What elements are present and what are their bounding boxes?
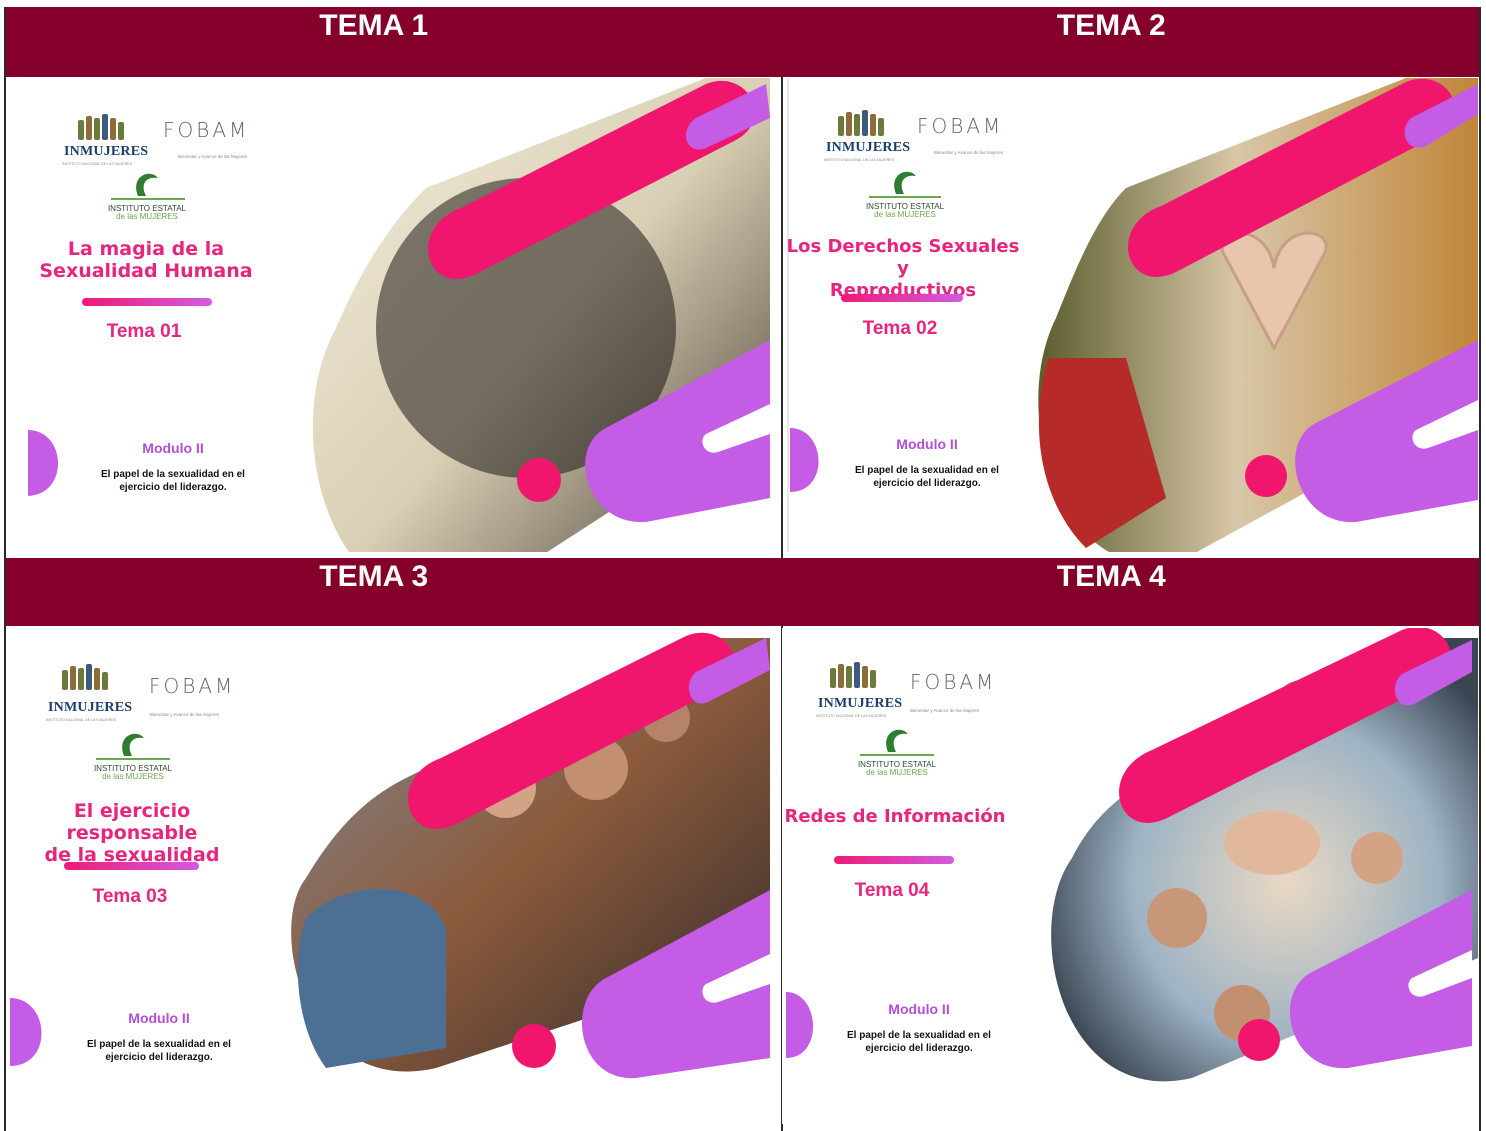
title-underline-pill bbox=[841, 294, 963, 302]
modulo-description-line2: ejercicio del liderazgo. bbox=[865, 1043, 973, 1054]
modulo-description-line2: ejercicio del liderazgo. bbox=[119, 482, 227, 493]
modulo-label: Modulo II bbox=[888, 1001, 950, 1017]
iem-logo-line2: de las MUJERES bbox=[102, 772, 164, 781]
header-tema-2: TEMA 2 bbox=[1056, 9, 1166, 42]
inmujeres-logo-sub: INSTITUTO NACIONAL DE LAS MUJERES bbox=[62, 162, 133, 166]
inmujeres-logo-sub: INSTITUTO NACIONAL DE LAS MUJERES bbox=[46, 718, 117, 722]
fobam-logo: FOBAM bbox=[910, 670, 997, 694]
fobam-logo-sub: Bienestar y Avance de las Mujeres bbox=[178, 154, 247, 159]
iem-underline bbox=[96, 758, 170, 760]
modulo-description-line1: El papel de la sexualidad en el bbox=[847, 1030, 991, 1041]
header-tema-1: TEMA 1 bbox=[6, 7, 744, 77]
violet-half-circle bbox=[786, 992, 814, 1058]
modulo-description-line1: El papel de la sexualidad en el bbox=[101, 469, 245, 480]
slide-title-line1: La magia de la bbox=[67, 238, 225, 260]
photo-blue-shirt bbox=[297, 889, 446, 1068]
violet-half-circle bbox=[790, 428, 819, 492]
iem-logo-icon bbox=[886, 729, 908, 752]
inmujeres-logo-sub: INSTITUTO NACIONAL DE LAS MUJERES bbox=[824, 158, 895, 162]
iem-underline bbox=[860, 754, 934, 756]
inmujeres-logo-sub: INSTITUTO NACIONAL DE LAS MUJERES bbox=[816, 714, 887, 718]
tema-number: Tema 01 bbox=[106, 321, 182, 342]
slide-title: El ejercicio responsable de la sexualida… bbox=[12, 800, 252, 866]
fobam-logo-sub: Bienestar y Avance de las Mujeres bbox=[150, 712, 219, 717]
modulo-label: Modulo II bbox=[128, 1010, 190, 1026]
modulo-description-line1: El papel de la sexualidad en el bbox=[855, 465, 999, 476]
slide-tema-1: INMUJERES INSTITUTO NACIONAL DE LAS MUJE… bbox=[6, 78, 770, 552]
inmujeres-logo-text: INMUJERES bbox=[64, 144, 149, 159]
modulo-description: El papel de la sexualidad en el ejercici… bbox=[847, 464, 1007, 490]
slide-title: Los Derechos Sexuales y Reproductivos bbox=[786, 236, 1020, 302]
photo-person-face bbox=[1147, 888, 1207, 948]
slide-title-line1: El ejercicio responsable bbox=[66, 800, 198, 844]
iem-underline bbox=[869, 196, 941, 198]
violet-half-circle bbox=[28, 430, 59, 496]
inmujeres-figures bbox=[830, 662, 876, 688]
inmujeres-logo-text: INMUJERES bbox=[48, 700, 133, 715]
inmujeres-figures bbox=[78, 114, 124, 140]
modulo-description: El papel de la sexualidad en el ejercici… bbox=[839, 1029, 999, 1055]
header-tema-4: TEMA 4 bbox=[1056, 560, 1166, 593]
slide-tema-4: INMUJERES INSTITUTO NACIONAL DE LAS MUJE… bbox=[782, 628, 1478, 1124]
header-row-top: TEMA 1 TEMA 2 bbox=[6, 7, 1479, 77]
title-underline-pill bbox=[834, 856, 954, 864]
inmujeres-figures bbox=[838, 110, 884, 136]
iem-logo-icon bbox=[894, 171, 916, 194]
modulo-description-line2: ejercicio del liderazgo. bbox=[105, 1052, 213, 1063]
violet-half-circle bbox=[10, 998, 42, 1066]
modulo-description: El papel de la sexualidad en el ejercici… bbox=[93, 468, 253, 494]
modulo-description-line2: ejercicio del liderazgo. bbox=[873, 478, 981, 489]
slide-title-line1: Redes de Información bbox=[784, 806, 1006, 827]
slide-title-line2: Sexualidad Humana bbox=[39, 260, 253, 282]
column-divider bbox=[781, 77, 783, 558]
magenta-dot bbox=[517, 458, 561, 502]
tema-number: Tema 02 bbox=[862, 318, 938, 339]
slide-title: La magia de la Sexualidad Humana bbox=[26, 238, 266, 282]
slide-title-line1: Los Derechos Sexuales y bbox=[786, 236, 1020, 279]
tema-number: Tema 03 bbox=[92, 886, 168, 907]
modulo-label: Modulo II bbox=[142, 440, 204, 456]
magenta-dot bbox=[1245, 455, 1287, 497]
magenta-dot bbox=[1238, 1019, 1280, 1061]
fobam-logo: FOBAM bbox=[163, 118, 250, 142]
header-row-bottom: TEMA 3 TEMA 4 bbox=[6, 558, 1479, 626]
photo-person-face bbox=[1351, 832, 1403, 884]
iem-logo-line2: de las MUJERES bbox=[866, 768, 928, 777]
iem-logo-icon bbox=[136, 173, 158, 196]
iem-logo-line2: de las MUJERES bbox=[874, 210, 936, 219]
modulo-description-line1: El papel de la sexualidad en el bbox=[87, 1039, 231, 1050]
modulo-description: El papel de la sexualidad en el ejercici… bbox=[79, 1038, 239, 1064]
inmujeres-figures bbox=[62, 664, 108, 690]
fobam-logo: FOBAM bbox=[149, 674, 236, 698]
magenta-dot bbox=[512, 1024, 556, 1068]
fobam-logo: FOBAM bbox=[917, 114, 1004, 138]
inmujeres-logo-text: INMUJERES bbox=[818, 696, 903, 711]
iem-underline bbox=[111, 198, 185, 200]
slide-tema-3: INMUJERES INSTITUTO NACIONAL DE LAS MUJE… bbox=[6, 628, 770, 1124]
photo-stacked-hands bbox=[1224, 811, 1320, 875]
tema-number: Tema 04 bbox=[854, 880, 930, 901]
fobam-logo-sub: Bienestar y Avance de las Mujeres bbox=[910, 708, 979, 713]
title-underline-pill bbox=[64, 862, 199, 870]
slide-tema-2: INMUJERES INSTITUTO NACIONAL DE LAS MUJE… bbox=[786, 78, 1478, 552]
fobam-logo-sub: Bienestar y Avance de las Mujeres bbox=[934, 150, 1003, 155]
title-underline-pill bbox=[82, 298, 212, 306]
inmujeres-logo-text: INMUJERES bbox=[826, 140, 911, 155]
header-tema-3: TEMA 3 bbox=[6, 558, 744, 626]
slide-title: Redes de Información bbox=[782, 806, 1008, 828]
iem-logo-line2: de las MUJERES bbox=[116, 212, 178, 221]
modulo-label: Modulo II bbox=[896, 436, 958, 452]
iem-logo-icon bbox=[122, 733, 144, 756]
